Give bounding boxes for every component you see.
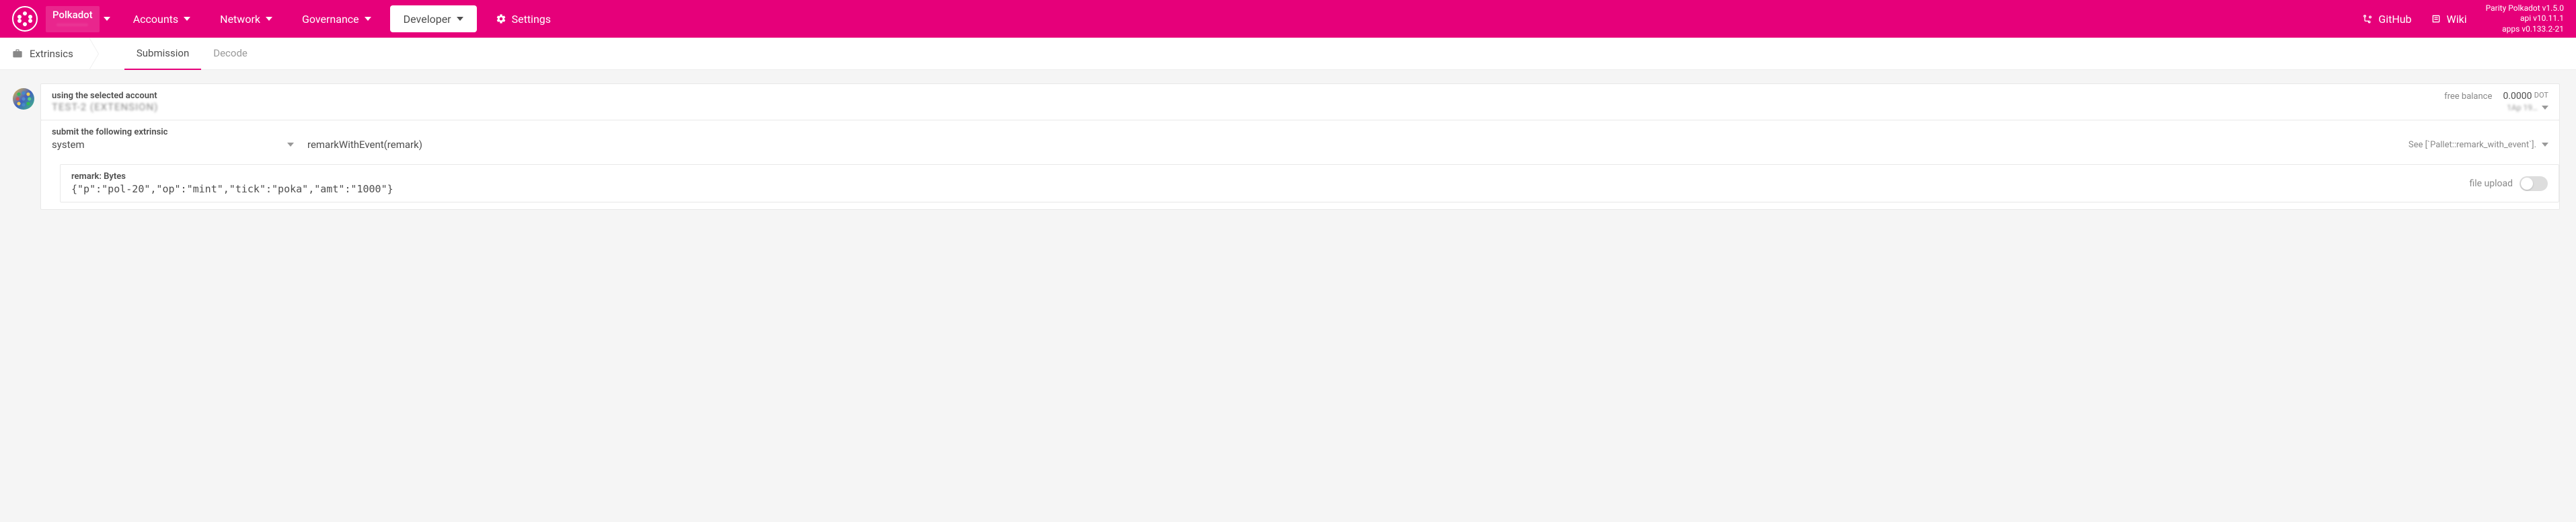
book-icon	[2431, 13, 2441, 24]
nav-governance[interactable]: Governance	[287, 0, 386, 38]
nav-settings[interactable]: Settings	[481, 0, 566, 38]
extrinsic-panel: submit the following extrinsic system re…	[40, 120, 2560, 210]
nav-developer[interactable]: Developer	[390, 5, 477, 32]
address-short: 1Ap 19…	[2507, 103, 2538, 112]
chevron-down-icon	[365, 17, 371, 21]
account-label: using the selected account	[52, 91, 158, 101]
wiki-link[interactable]: Wiki	[2431, 13, 2467, 26]
chevron-down-icon[interactable]	[2542, 106, 2548, 110]
nav-settings-label: Settings	[512, 13, 551, 26]
nav-network-label: Network	[220, 13, 260, 26]
version-apps: apps v0.133.2-21	[2486, 24, 2564, 35]
version-node: Parity Polkadot v1.5.0	[2486, 3, 2564, 14]
content-area: using the selected account TEST-2 (EXTEN…	[0, 70, 2576, 223]
nav-accounts-label: Accounts	[133, 13, 178, 26]
remark-input[interactable]: {"p":"pol-20","op":"mint","tick":"poka",…	[71, 183, 2469, 195]
pallet-value: system	[52, 137, 301, 152]
param-label: remark: Bytes	[71, 172, 2469, 182]
sub-navigation: Extrinsics Submission Decode	[0, 38, 2576, 70]
chevron-down-icon	[184, 17, 190, 21]
nav-network[interactable]: Network	[205, 0, 287, 38]
github-label: GitHub	[2378, 13, 2411, 26]
wiki-label: Wiki	[2447, 13, 2467, 26]
call-hint-text: See [`Pallet::remark_with_event`].	[2409, 140, 2536, 150]
nav-right: GitHub Wiki Parity Polkadot v1.5.0 api v…	[2362, 3, 2564, 35]
extrinsic-label: submit the following extrinsic	[52, 127, 2548, 137]
chevron-down-icon	[287, 143, 294, 147]
github-link[interactable]: GitHub	[2362, 13, 2411, 26]
tab-submission-label: Submission	[137, 47, 189, 59]
nav-developer-label: Developer	[404, 13, 451, 26]
identicon	[13, 88, 34, 110]
breadcrumb-arrow	[89, 38, 106, 70]
version-api: api v10.11.1	[2486, 13, 2564, 24]
gear-icon	[496, 13, 506, 24]
tab-submission[interactable]: Submission	[124, 38, 201, 70]
call-value: remarkWithEvent(remark)	[301, 137, 2398, 152]
chain-name: Polkadot	[52, 9, 93, 21]
tab-decode[interactable]: Decode	[201, 38, 260, 70]
pallet-dropdown[interactable]: system	[52, 137, 301, 152]
balance-unit: DOT	[2534, 91, 2548, 100]
file-upload-label: file upload	[2469, 178, 2513, 189]
param-panel: remark: Bytes {"p":"pol-20","op":"mint",…	[60, 164, 2559, 202]
main-nav: Accounts Network Governance Developer Se…	[118, 0, 566, 38]
breadcrumb-label: Extrinsics	[30, 48, 73, 60]
breadcrumb[interactable]: Extrinsics	[12, 48, 89, 60]
file-upload-box: file upload	[2469, 176, 2548, 191]
nav-governance-label: Governance	[302, 13, 359, 26]
balance-label: free balance	[2444, 91, 2492, 102]
account-panel: using the selected account TEST-2 (EXTEN…	[40, 83, 2560, 120]
nav-accounts[interactable]: Accounts	[118, 0, 205, 38]
chain-address: ············	[57, 21, 88, 30]
balance-value: 0.0000	[2503, 91, 2532, 102]
call-dropdown[interactable]: remarkWithEvent(remark)	[301, 137, 2398, 152]
call-hint: See [`Pallet::remark_with_event`].	[2398, 140, 2548, 150]
chevron-down-icon	[266, 17, 272, 21]
chevron-down-icon	[457, 17, 463, 21]
polkadot-logo[interactable]	[12, 6, 38, 32]
file-upload-toggle[interactable]	[2520, 176, 2548, 191]
account-name[interactable]: TEST-2 (EXTENSION)	[52, 101, 158, 113]
chevron-down-icon	[104, 17, 110, 21]
extrinsics-icon	[12, 48, 23, 59]
chain-selector[interactable]: Polkadot ············	[46, 6, 100, 32]
git-branch-icon	[2362, 13, 2373, 24]
tab-decode-label: Decode	[213, 47, 248, 59]
version-info: Parity Polkadot v1.5.0 api v10.11.1 apps…	[2486, 3, 2564, 35]
top-navigation: Polkadot ············ Accounts Network G…	[0, 0, 2576, 38]
chevron-down-icon[interactable]	[2542, 143, 2548, 147]
balance-box: free balance 0.0000 DOT 1Ap 19…	[2444, 91, 2548, 112]
